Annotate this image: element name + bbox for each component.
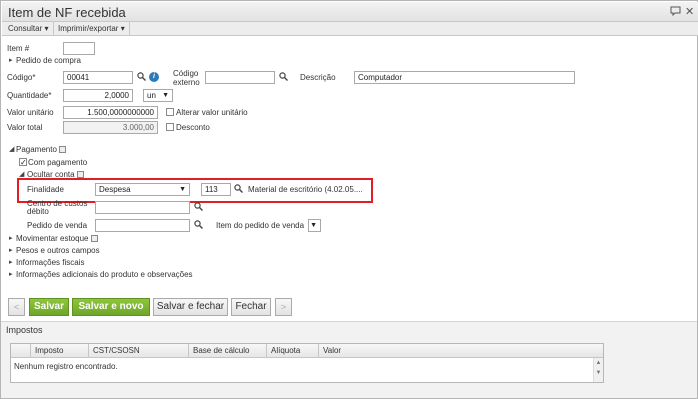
- expand-triangle-icon[interactable]: ▸: [9, 270, 13, 280]
- table-header-base[interactable]: Base de cálculo: [189, 344, 267, 358]
- search-icon[interactable]: [137, 72, 147, 82]
- fiscais-toggle[interactable]: Informações fiscais: [16, 258, 84, 268]
- save-and-close-button[interactable]: Salvar e fechar: [153, 298, 228, 316]
- save-button[interactable]: Salvar: [29, 298, 69, 316]
- info-icon[interactable]: i: [149, 72, 159, 82]
- quantidade-label: Quantidade*: [7, 91, 52, 100]
- com-pagamento-label: Com pagamento: [28, 158, 88, 167]
- table-header-aliquota[interactable]: Alíquota: [267, 344, 319, 358]
- pesos-toggle[interactable]: Pesos e outros campos: [16, 246, 100, 256]
- quantidade-input[interactable]: 2,0000: [63, 89, 133, 102]
- title-bar: Item de NF recebida ✕: [2, 2, 698, 22]
- valor-total-label: Valor total: [7, 123, 43, 132]
- menu-imprimir-label: Imprimir/exportar: [58, 24, 119, 33]
- table-header-cst[interactable]: CST/CSOSN: [89, 344, 189, 358]
- search-icon[interactable]: [279, 72, 289, 82]
- codigo-label: Código*: [7, 73, 36, 82]
- centro-custos-input[interactable]: [95, 201, 190, 214]
- window-title: Item de NF recebida: [8, 5, 126, 20]
- movimentar-estoque-toggle[interactable]: Movimentar estoque: [16, 234, 88, 244]
- menu-imprimir[interactable]: Imprimir/exportar ▾: [54, 22, 130, 36]
- search-icon[interactable]: [194, 220, 204, 230]
- menu-consultar[interactable]: Consultar ▾: [4, 22, 54, 36]
- expand-triangle-icon[interactable]: ◢: [9, 145, 14, 155]
- unidade-select-value: un: [147, 91, 156, 100]
- save-and-new-button[interactable]: Salvar e novo: [72, 298, 150, 316]
- table-header-valor[interactable]: Valor: [319, 344, 603, 358]
- section-toggle-icon[interactable]: [91, 235, 98, 242]
- centro-custos-label-2: débito: [27, 207, 49, 216]
- dropdown-arrow-icon: ▼: [162, 92, 169, 99]
- descricao-input[interactable]: Computador: [354, 71, 575, 84]
- alterar-valor-checkbox[interactable]: [166, 108, 174, 116]
- table-scrollbar[interactable]: ▲ ▼: [593, 358, 603, 382]
- expand-triangle-icon[interactable]: ▸: [9, 56, 13, 66]
- table-header-cell: [11, 344, 31, 358]
- pedido-venda-label: Pedido de venda: [27, 221, 88, 230]
- close-button[interactable]: Fechar: [231, 298, 271, 316]
- alterar-valor-label: Alterar valor unitário: [176, 108, 248, 117]
- prev-button[interactable]: <: [8, 298, 25, 316]
- desconto-checkbox[interactable]: [166, 123, 174, 131]
- pedido-compra-toggle[interactable]: Pedido de compra: [16, 56, 81, 66]
- scroll-down-icon[interactable]: ▼: [594, 368, 603, 378]
- search-icon[interactable]: [194, 202, 204, 212]
- desconto-label: Desconto: [176, 123, 210, 132]
- valor-unitario-label: Valor unitário: [7, 108, 54, 117]
- next-button[interactable]: >: [275, 298, 292, 316]
- codigo-externo-label-2: externo: [173, 78, 200, 87]
- expand-triangle-icon[interactable]: ▸: [9, 246, 13, 256]
- section-toggle-icon[interactable]: [77, 171, 84, 178]
- empty-message: Nenhum registro encontrado.: [14, 362, 118, 371]
- menu-consultar-label: Consultar: [8, 24, 43, 33]
- impostos-title: Impostos: [6, 325, 43, 335]
- valor-total-input: 3.000,00: [63, 121, 158, 134]
- pedido-venda-input[interactable]: [95, 219, 190, 232]
- dropdown-arrow-icon: ▼: [310, 222, 317, 229]
- chat-icon[interactable]: [670, 6, 681, 20]
- scroll-up-icon[interactable]: ▲: [594, 358, 603, 368]
- expand-triangle-icon[interactable]: ▸: [9, 234, 13, 244]
- codigo-input[interactable]: 00041: [63, 71, 133, 84]
- menu-bar: Consultar ▾ Imprimir/exportar ▾: [2, 22, 698, 36]
- dropdown-arrow-icon: ▾: [44, 24, 49, 33]
- item-pedido-venda-label: Item do pedido de venda: [216, 221, 305, 230]
- adicionais-toggle[interactable]: Informações adicionais do produto e obse…: [16, 270, 193, 280]
- table-header-imposto[interactable]: Imposto: [31, 344, 89, 358]
- item-label: Item #: [7, 44, 30, 53]
- descricao-label: Descrição: [300, 73, 336, 82]
- item-pedido-venda-select[interactable]: ▼: [308, 219, 321, 232]
- unidade-select[interactable]: un ▼: [143, 89, 173, 102]
- item-input[interactable]: [63, 42, 95, 55]
- dropdown-arrow-icon: ▾: [120, 24, 125, 33]
- expand-triangle-icon[interactable]: ▸: [9, 258, 13, 268]
- valor-unitario-input[interactable]: 1.500,0000000000: [63, 106, 158, 119]
- pagamento-section[interactable]: Pagamento: [16, 145, 57, 155]
- section-toggle-icon[interactable]: [59, 146, 66, 153]
- impostos-table: Imposto CST/CSOSN Base de cálculo Alíquo…: [10, 343, 604, 383]
- com-pagamento-checkbox[interactable]: ✓: [19, 158, 27, 167]
- close-icon[interactable]: ✕: [685, 6, 694, 18]
- codigo-externo-input[interactable]: [205, 71, 275, 84]
